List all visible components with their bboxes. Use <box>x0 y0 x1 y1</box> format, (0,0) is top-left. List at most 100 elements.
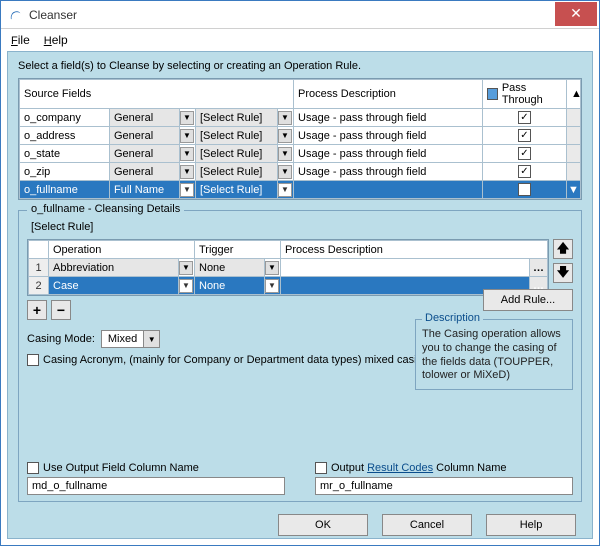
help-button[interactable]: Help <box>486 514 576 536</box>
use-output-field-label: Use Output Field Column Name <box>43 462 199 474</box>
pass-through-checkbox[interactable]: ✓ <box>518 165 531 178</box>
rule-select[interactable]: [Select Rule] <box>196 163 277 180</box>
pass-through-checkbox[interactable]: ✓ <box>518 111 531 124</box>
description-group: Description The Casing operation allows … <box>415 319 573 390</box>
close-button[interactable]: ✕ <box>555 2 597 26</box>
pass-through-checkbox[interactable]: ✓ <box>518 147 531 160</box>
ok-button[interactable]: OK <box>278 514 368 536</box>
operation-select[interactable]: Abbreviation <box>49 259 178 276</box>
rule-select[interactable]: [Select Rule] <box>196 145 277 162</box>
add-rule-button[interactable]: Add Rule... <box>483 289 573 311</box>
source-row[interactable]: o_fullnameFull Name▼[Select Rule]▼✓▼ <box>20 181 581 199</box>
field-name: o_zip <box>20 166 54 178</box>
chevron-down-icon[interactable]: ▼ <box>180 111 194 125</box>
output-result-codes-checkbox[interactable] <box>315 462 327 474</box>
casing-acronym-checkbox[interactable] <box>27 354 39 366</box>
chevron-down-icon[interactable]: ▼ <box>278 129 292 143</box>
pass-through-all-checkbox[interactable] <box>487 88 498 100</box>
menu-help[interactable]: Help <box>44 33 68 47</box>
instruction-text: Select a field(s) to Cleanse by selectin… <box>18 60 582 72</box>
description-body: The Casing operation allows you to chang… <box>422 328 566 383</box>
source-fields-table: Source Fields Process Description Pass T… <box>18 78 582 200</box>
chevron-down-icon[interactable]: ▼ <box>278 111 292 125</box>
use-output-field-checkbox[interactable] <box>27 462 39 474</box>
chevron-down-icon[interactable]: ▼ <box>179 279 193 293</box>
field-name: o_company <box>20 112 85 124</box>
output-result-codes-label: Output Result Codes Column Name <box>331 462 506 474</box>
move-down-button[interactable]: 🡇 <box>553 263 573 283</box>
cleansing-details-group: o_fullname - Cleansing Details [Select R… <box>18 210 582 502</box>
operation-row[interactable]: 2Case▼None▼… <box>29 277 548 295</box>
header-process-desc: Process Description <box>294 80 483 109</box>
process-desc: Usage - pass through field <box>294 166 430 178</box>
pass-through-checkbox[interactable]: ✓ <box>518 183 531 196</box>
app-icon <box>9 8 23 22</box>
chevron-down-icon[interactable]: ▼ <box>278 165 292 179</box>
operation-row[interactable]: 1Abbreviation▼None▼… <box>29 259 548 277</box>
chevron-down-icon[interactable]: ▼ <box>265 261 279 275</box>
output-field-name-input[interactable] <box>27 477 285 495</box>
header-pass-through[interactable]: Pass Through <box>483 80 567 109</box>
operations-table: Operation Trigger Process Description 1A… <box>27 239 549 296</box>
chevron-down-icon[interactable]: ▼ <box>278 147 292 161</box>
output-row: Use Output Field Column Name Output Resu… <box>27 462 573 495</box>
field-type-select[interactable]: Full Name <box>110 181 179 198</box>
ops-header-row: Operation Trigger Process Description <box>29 241 548 259</box>
scroll-down[interactable]: ▼ <box>567 181 581 199</box>
chevron-down-icon[interactable]: ▼ <box>278 183 292 197</box>
trigger-select[interactable]: None <box>195 259 264 276</box>
process-desc: Usage - pass through field <box>294 148 430 160</box>
pass-through-checkbox[interactable]: ✓ <box>518 129 531 142</box>
process-desc: Usage - pass through field <box>294 112 430 124</box>
scroll-up[interactable]: ▲ <box>567 80 581 109</box>
chevron-down-icon[interactable]: ▼ <box>180 165 194 179</box>
chevron-down-icon[interactable]: ▼ <box>265 279 279 293</box>
trigger-select[interactable]: None <box>195 277 264 294</box>
remove-op-button[interactable]: − <box>51 300 71 320</box>
description-legend: Description <box>422 312 483 324</box>
field-name: o_state <box>20 148 64 160</box>
source-row[interactable]: o_addressGeneral▼[Select Rule]▼Usage - p… <box>20 127 581 145</box>
rule-select[interactable]: [Select Rule] <box>196 127 277 144</box>
field-type-select[interactable]: General <box>110 145 179 162</box>
chevron-down-icon[interactable]: ▼ <box>143 331 159 347</box>
header-operation: Operation <box>49 241 195 259</box>
field-type-select[interactable]: General <box>110 109 179 126</box>
add-op-button[interactable]: + <box>27 300 47 320</box>
titlebar: Cleanser ✕ <box>1 1 599 29</box>
source-row[interactable]: o_zipGeneral▼[Select Rule]▼Usage - pass … <box>20 163 581 181</box>
cleanser-window: Cleanser ✕ File Help Select a field(s) t… <box>0 0 600 546</box>
chevron-down-icon[interactable]: ▼ <box>179 261 193 275</box>
field-type-select[interactable]: General <box>110 127 179 144</box>
rule-select[interactable]: [Select Rule] <box>196 181 277 198</box>
select-rule-label[interactable]: [Select Rule] <box>27 219 573 235</box>
row-number: 1 <box>29 259 49 277</box>
footer-buttons: OK Cancel Help <box>18 514 582 536</box>
rule-select[interactable]: [Select Rule] <box>196 109 277 126</box>
source-header-row: Source Fields Process Description Pass T… <box>20 80 581 109</box>
menu-file[interactable]: File <box>11 33 30 47</box>
move-up-button[interactable]: 🡅 <box>553 239 573 259</box>
field-type-select[interactable]: General <box>110 163 179 180</box>
chevron-down-icon[interactable]: ▼ <box>180 183 194 197</box>
chevron-down-icon[interactable]: ▼ <box>180 147 194 161</box>
row-number: 2 <box>29 277 49 295</box>
result-codes-field-input[interactable] <box>315 477 573 495</box>
chevron-down-icon[interactable]: ▼ <box>180 129 194 143</box>
source-row[interactable]: o_companyGeneral▼[Select Rule]▼Usage - p… <box>20 109 581 127</box>
header-process: Process Description <box>281 241 548 259</box>
client-area: Select a field(s) to Cleanse by selectin… <box>7 51 593 539</box>
details-legend: o_fullname - Cleansing Details <box>27 203 184 215</box>
menubar: File Help <box>1 29 599 51</box>
header-trigger: Trigger <box>195 241 281 259</box>
result-codes-link[interactable]: Result Codes <box>367 462 433 474</box>
field-name: o_address <box>20 130 79 142</box>
ellipsis-button[interactable]: … <box>529 259 547 276</box>
casing-mode-label: Casing Mode: <box>27 333 95 345</box>
field-name: o_fullname <box>20 184 82 196</box>
operation-select[interactable]: Case <box>49 277 178 294</box>
casing-mode-select[interactable]: Mixed ▼ <box>101 330 160 348</box>
cancel-button[interactable]: Cancel <box>382 514 472 536</box>
source-row[interactable]: o_stateGeneral▼[Select Rule]▼Usage - pas… <box>20 145 581 163</box>
process-desc: Usage - pass through field <box>294 130 430 142</box>
